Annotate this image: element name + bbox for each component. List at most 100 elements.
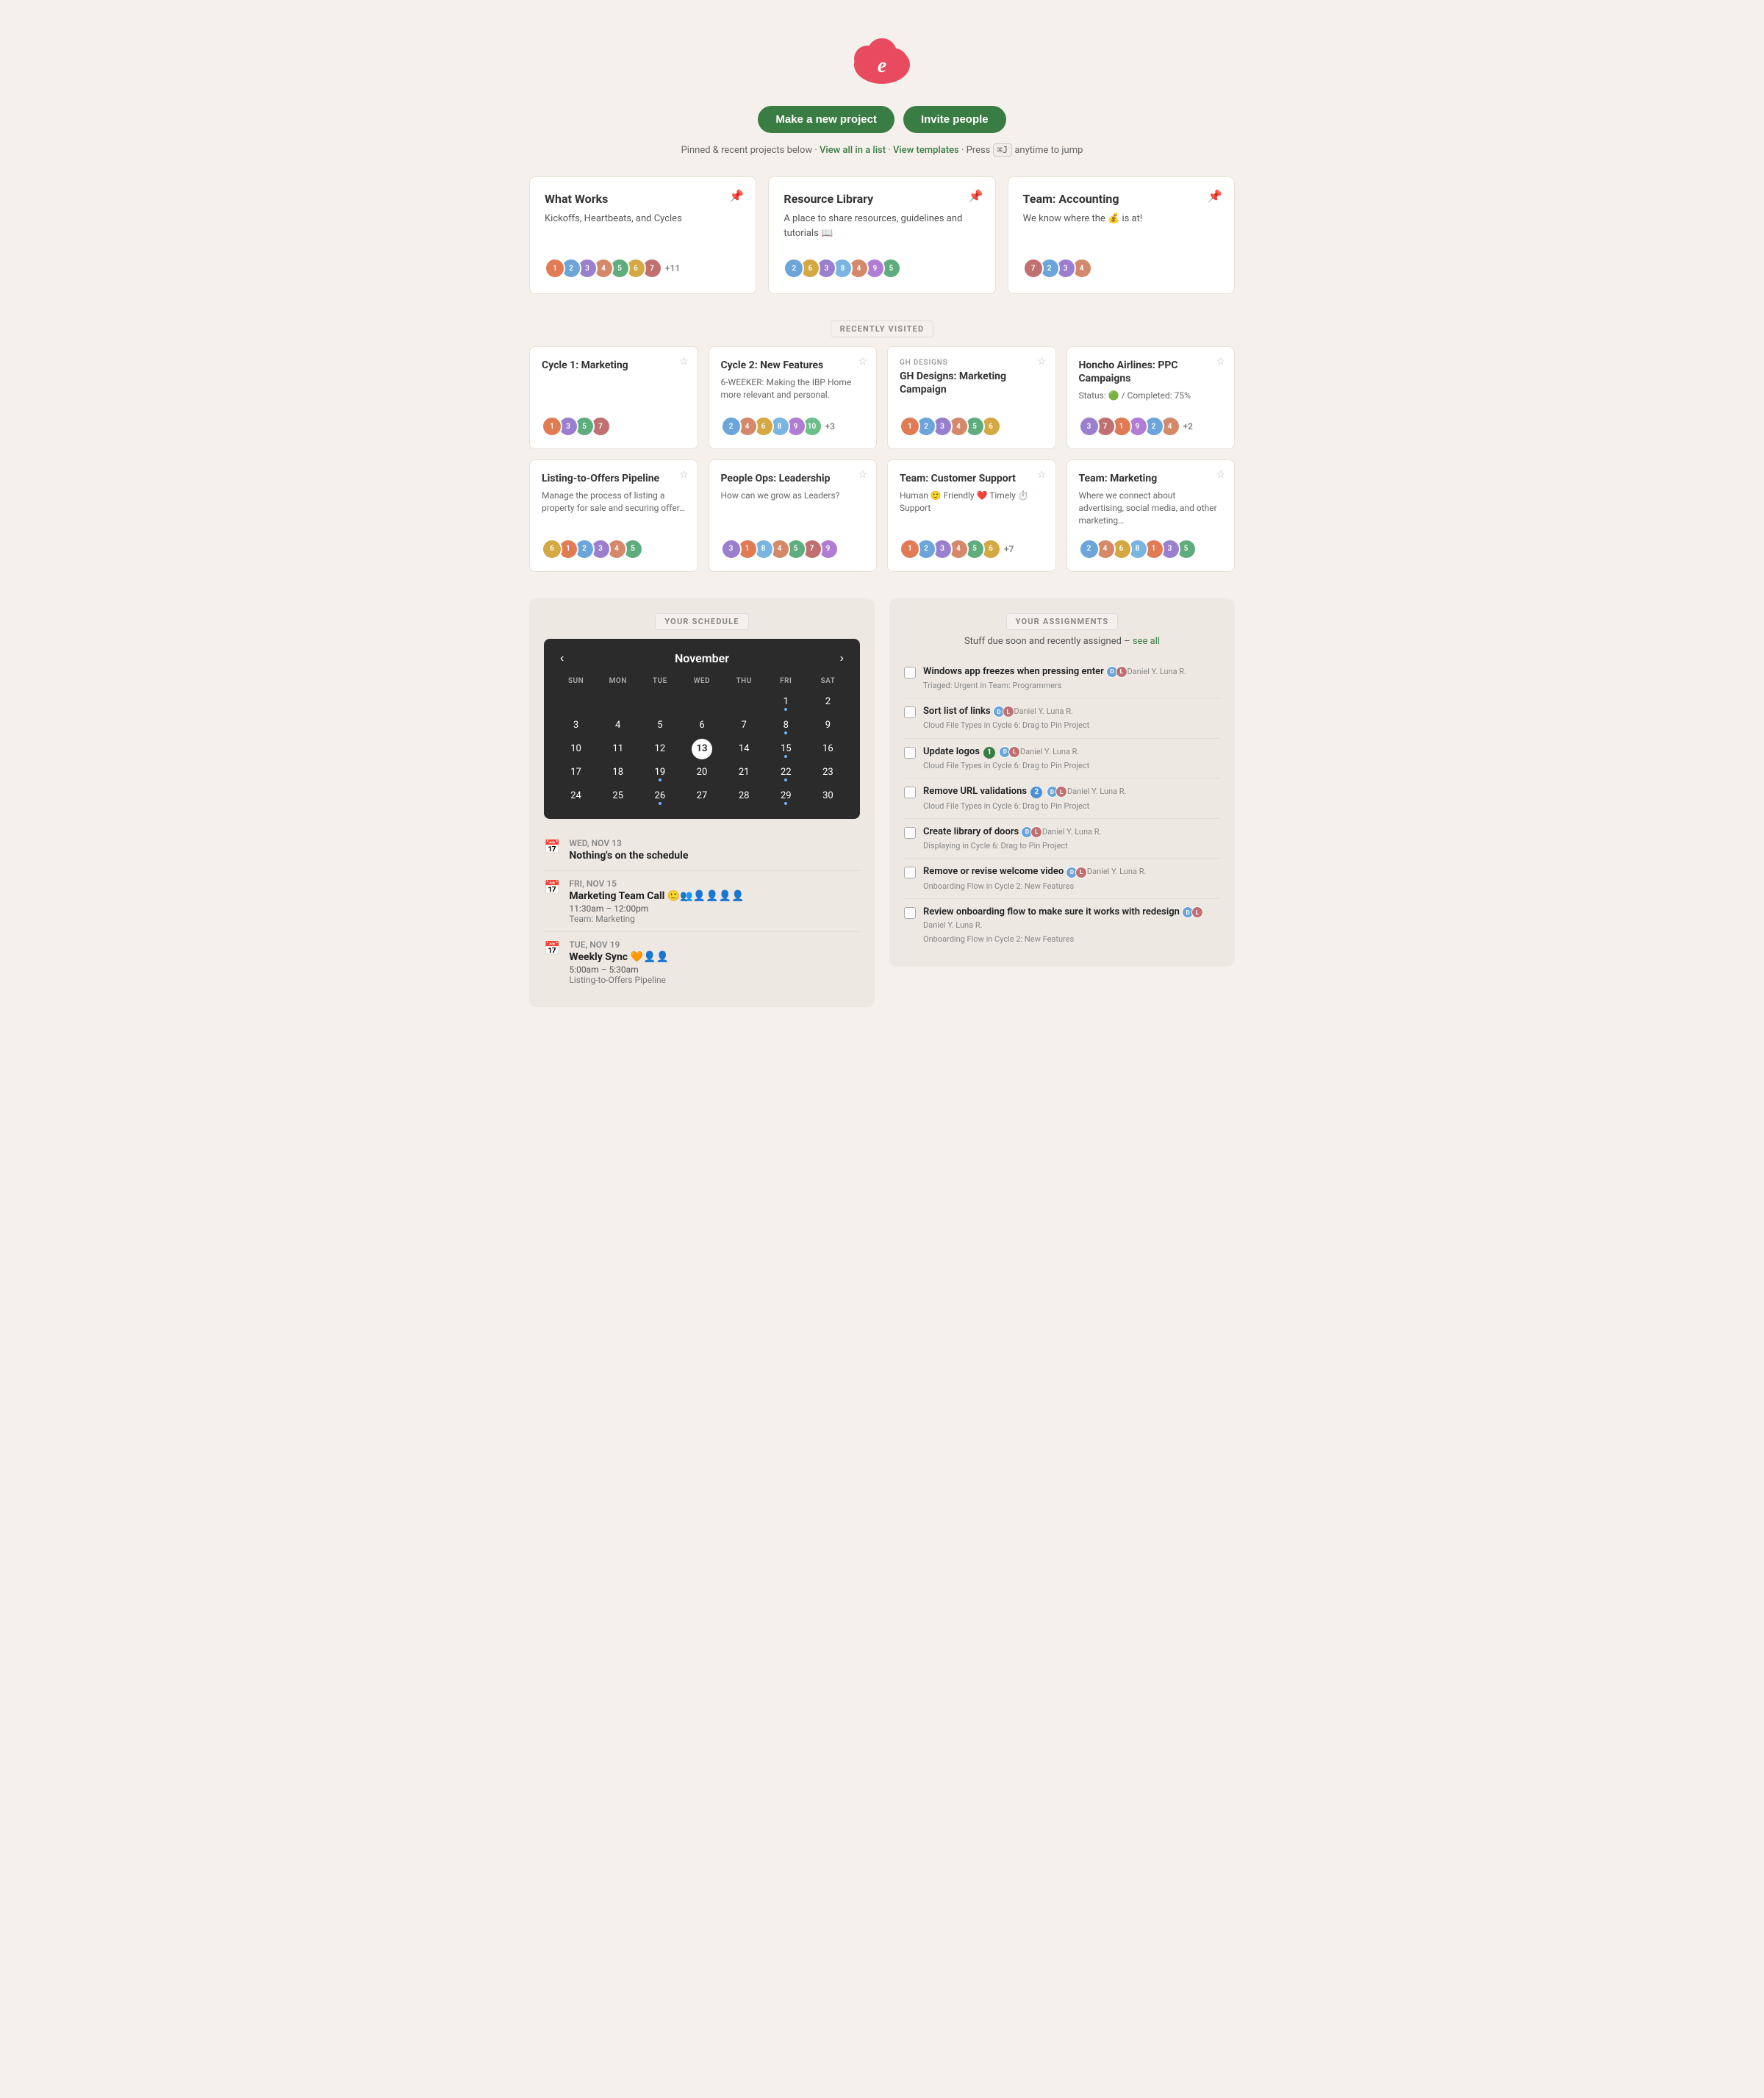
pinned-project-card[interactable]: What Works 📌 Kickoffs, Heartbeats, and C… (529, 176, 756, 294)
calendar-day[interactable]: 10 (566, 739, 587, 759)
assignment-title[interactable]: Update logos 1 D L Daniel Y. Luna R. (923, 745, 1220, 759)
calendar-day-label: FRI (766, 676, 806, 687)
calendar-day[interactable]: 16 (817, 739, 838, 759)
schedule-event-title[interactable]: Nothing's on the schedule (569, 850, 688, 862)
star-icon[interactable]: ☆ (858, 356, 867, 368)
recently-visited-card[interactable]: People Ops: Leadership ☆ How can we grow… (709, 459, 878, 572)
page-wrapper: e Make a new project Invite people Pinne… (514, 0, 1250, 1051)
calendar-day[interactable]: 1 (775, 692, 796, 712)
recently-visited-card[interactable]: GH DESIGNS GH Designs: Marketing Campaig… (887, 346, 1056, 449)
calendar-day[interactable]: 20 (692, 762, 712, 783)
calendar-day[interactable]: 3 (566, 715, 587, 736)
assignment-badge: 1 (983, 747, 995, 759)
calendar: ‹ November › SUNMONTUEWEDTHUFRISAT 12345… (544, 639, 860, 819)
recently-visited-card[interactable]: Cycle 1: Marketing ☆ 1357 (529, 346, 698, 449)
recently-visited-card[interactable]: Listing-to-Offers Pipeline ☆ Manage the … (529, 459, 698, 572)
pinned-project-card[interactable]: Team: Accounting 📌 We know where the 💰 i… (1008, 176, 1235, 294)
calendar-day (608, 692, 628, 712)
assignment-title[interactable]: Sort list of links D L Daniel Y. Luna R. (923, 705, 1220, 718)
calendar-day[interactable]: 21 (734, 762, 754, 783)
calendar-day[interactable]: 24 (566, 786, 587, 806)
recently-visited-card[interactable]: Team: Customer Support ☆ Human 🙂 Friendl… (887, 459, 1056, 572)
assignment-content: Sort list of links D L Daniel Y. Luna R.… (923, 705, 1220, 731)
calendar-day[interactable]: 28 (734, 786, 754, 806)
assignment-content: Review onboarding flow to make sure it w… (923, 906, 1220, 945)
schedule-calendar-icon: 📅 (544, 880, 560, 895)
assignment-title[interactable]: Windows app freezes when pressing enter … (923, 665, 1220, 679)
assignment-checkbox[interactable] (904, 907, 916, 919)
assignment-meta: Cloud File Types in Cycle 6: Drag to Pin… (923, 760, 1220, 771)
calendar-prev-button[interactable]: ‹ (556, 651, 568, 667)
assignment-title[interactable]: Review onboarding flow to make sure it w… (923, 906, 1220, 932)
calendar-day[interactable]: 30 (817, 786, 838, 806)
assignment-title[interactable]: Remove or revise welcome video D L Danie… (923, 865, 1220, 878)
calendar-day[interactable]: 4 (608, 715, 628, 736)
star-icon[interactable]: ☆ (679, 356, 689, 368)
calendar-day[interactable]: 5 (650, 715, 670, 736)
schedule-date: WED, NOV 13 (569, 838, 688, 848)
pin-icon: 📌 (1208, 189, 1222, 203)
star-icon[interactable]: ☆ (1037, 356, 1047, 368)
calendar-today[interactable]: 13 (692, 739, 712, 759)
schedule-date: TUE, NOV 19 (569, 939, 668, 950)
recently-visited-grid: Cycle 1: Marketing ☆ 1357 Cycle 2: New F… (529, 346, 1235, 572)
calendar-day[interactable]: 7 (734, 715, 754, 736)
project-description: We know where the 💰 is at! (1023, 212, 1219, 226)
recently-visited-card[interactable]: Team: Marketing ☆ Where we connect about… (1066, 459, 1236, 572)
star-icon[interactable]: ☆ (858, 469, 867, 481)
schedule-calendar-icon: 📅 (544, 839, 560, 855)
calendar-day[interactable]: 26 (650, 786, 670, 806)
assignment-checkbox[interactable] (904, 667, 916, 679)
calendar-day[interactable]: 27 (692, 786, 712, 806)
assignment-item: Sort list of links D L Daniel Y. Luna R.… (904, 698, 1220, 739)
calendar-day (734, 692, 754, 712)
avatar: 6 (542, 539, 562, 559)
calendar-day[interactable]: 14 (734, 739, 754, 759)
calendar-day[interactable]: 11 (608, 739, 628, 759)
calendar-day[interactable]: 8 (775, 715, 796, 736)
assignment-checkbox[interactable] (904, 787, 916, 798)
star-icon[interactable]: ☆ (679, 469, 689, 481)
assignment-content: Remove or revise welcome video D L Danie… (923, 865, 1220, 892)
see-all-link[interactable]: see all (1133, 636, 1160, 647)
star-icon[interactable]: ☆ (1216, 469, 1225, 481)
calendar-next-button[interactable]: › (836, 651, 848, 667)
new-project-button[interactable]: Make a new project (758, 106, 894, 133)
assignment-title[interactable]: Create library of doors D L Daniel Y. Lu… (923, 826, 1220, 839)
recently-visited-card[interactable]: Honcho Airlines: PPC Campaigns ☆ Status:… (1066, 346, 1236, 449)
calendar-day[interactable]: 29 (775, 786, 796, 806)
calendar-day[interactable]: 22 (775, 762, 796, 783)
view-templates-link[interactable]: View templates (893, 145, 959, 156)
calendar-day[interactable]: 12 (650, 739, 670, 759)
calendar-day[interactable]: 6 (692, 715, 712, 736)
assignment-checkbox[interactable] (904, 706, 916, 718)
calendar-day[interactable]: 23 (817, 762, 838, 783)
assignment-item: Update logos 1 D L Daniel Y. Luna R. Clo… (904, 739, 1220, 779)
calendar-day[interactable]: 2 (817, 692, 838, 712)
rv-title: Listing-to-Offers Pipeline (542, 472, 686, 485)
avatar: 2 (1079, 539, 1100, 559)
recently-visited-card[interactable]: Cycle 2: New Features ☆ 6-WEEKER: Making… (709, 346, 878, 449)
calendar-day[interactable]: 17 (566, 762, 587, 783)
assignment-checkbox[interactable] (904, 827, 916, 839)
assignment-title[interactable]: Remove URL validations 2 D L Daniel Y. L… (923, 785, 1220, 798)
calendar-day[interactable]: 19 (650, 762, 670, 783)
star-icon[interactable]: ☆ (1216, 356, 1225, 368)
schedule-event-title[interactable]: Marketing Team Call 🙂👥👤👤👤👤 (569, 890, 744, 902)
invite-people-button[interactable]: Invite people (903, 106, 1006, 133)
schedule-calendar-icon: 📅 (544, 941, 560, 956)
schedule-event-title[interactable]: Weekly Sync 🧡👤👤 (569, 951, 668, 963)
assignment-checkbox[interactable] (904, 747, 916, 759)
calendar-day[interactable]: 15 (775, 739, 796, 759)
calendar-day[interactable]: 9 (817, 715, 838, 736)
calendar-day-headers: SUNMONTUEWEDTHUFRISAT (556, 676, 848, 687)
rv-description: How can we grow as Leaders? (721, 490, 865, 502)
avatar-tiny: L (1075, 867, 1087, 878)
calendar-day[interactable]: 25 (608, 786, 628, 806)
star-icon[interactable]: ☆ (1037, 469, 1047, 481)
calendar-day[interactable]: 18 (608, 762, 628, 783)
view-all-link[interactable]: View all in a list (820, 145, 886, 156)
assignment-checkbox[interactable] (904, 867, 916, 878)
rv-title: Team: Marketing (1079, 472, 1223, 485)
pinned-project-card[interactable]: Resource Library 📌 A place to share reso… (768, 176, 995, 294)
